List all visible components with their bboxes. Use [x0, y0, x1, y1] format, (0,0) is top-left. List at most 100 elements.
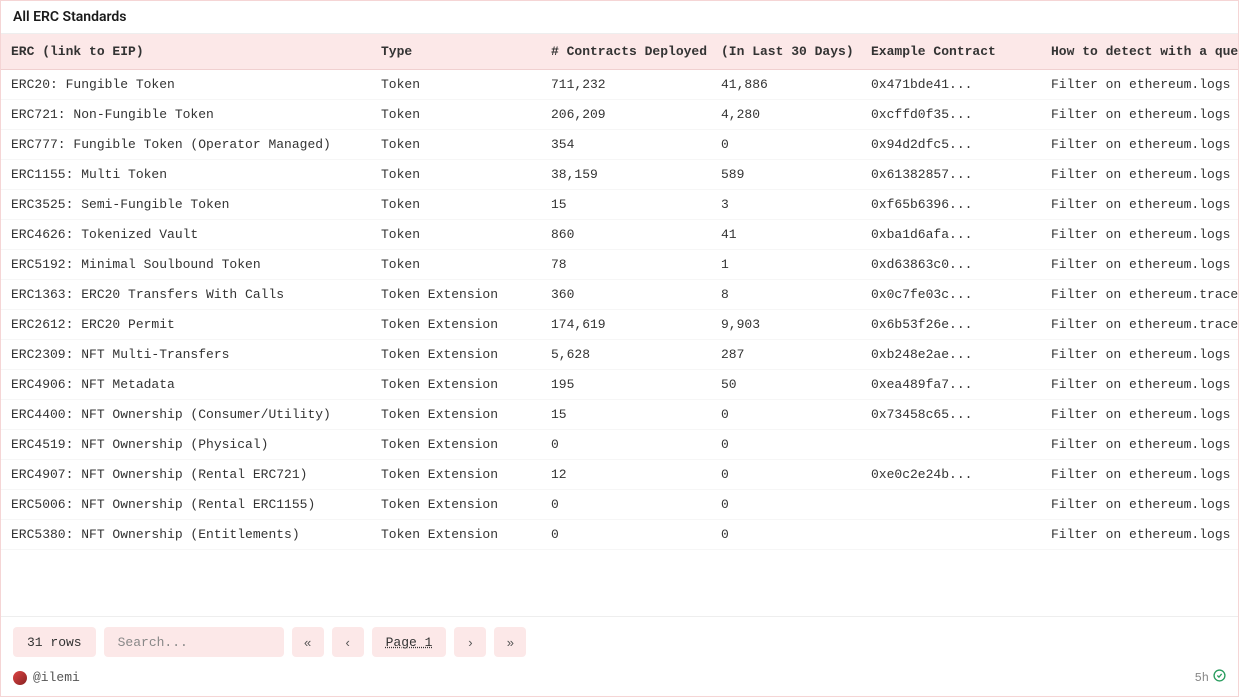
- cell-type: Token Extension: [371, 430, 541, 460]
- cell-last30: 0: [711, 520, 861, 550]
- pagination-row: 31 rows « ‹ Page 1 › »: [13, 627, 1226, 657]
- cell-last30: 589: [711, 160, 861, 190]
- cell-detect: Filter on ethereum.logs t: [1041, 130, 1238, 160]
- cell-erc[interactable]: ERC4626: Tokenized Vault: [1, 220, 371, 250]
- cell-erc[interactable]: ERC4519: NFT Ownership (Physical): [1, 430, 371, 460]
- cell-example[interactable]: 0xd63863c0...: [861, 250, 1041, 280]
- chevron-double-left-icon: «: [304, 635, 311, 650]
- cell-detect: Filter on ethereum.logs t: [1041, 100, 1238, 130]
- cell-type: Token Extension: [371, 400, 541, 430]
- cell-erc[interactable]: ERC1363: ERC20 Transfers With Calls: [1, 280, 371, 310]
- cell-detect: Filter on ethereum.logs t: [1041, 190, 1238, 220]
- cell-type: Token: [371, 70, 541, 100]
- cell-deployed: 12: [541, 460, 711, 490]
- attribution-row: @ilemi 5h: [13, 667, 1226, 686]
- last-page-button[interactable]: »: [494, 627, 526, 657]
- cell-erc[interactable]: ERC777: Fungible Token (Operator Managed…: [1, 130, 371, 160]
- col-header-type[interactable]: Type: [371, 34, 541, 70]
- cell-detect: Filter on ethereum.logs t: [1041, 340, 1238, 370]
- cell-last30: 287: [711, 340, 861, 370]
- cell-erc[interactable]: ERC4907: NFT Ownership (Rental ERC721): [1, 460, 371, 490]
- cell-last30: 4,280: [711, 100, 861, 130]
- table-row[interactable]: ERC1363: ERC20 Transfers With CallsToken…: [1, 280, 1238, 310]
- cell-erc[interactable]: ERC1155: Multi Token: [1, 160, 371, 190]
- table-row[interactable]: ERC4907: NFT Ownership (Rental ERC721)To…: [1, 460, 1238, 490]
- cell-example[interactable]: 0x471bde41...: [861, 70, 1041, 100]
- cell-example[interactable]: 0xea489fa7...: [861, 370, 1041, 400]
- cell-example[interactable]: 0x73458c65...: [861, 400, 1041, 430]
- col-header-detect[interactable]: How to detect with a query: [1041, 34, 1238, 70]
- table-row[interactable]: ERC5006: NFT Ownership (Rental ERC1155)T…: [1, 490, 1238, 520]
- table-row[interactable]: ERC3525: Semi-Fungible TokenToken1530xf6…: [1, 190, 1238, 220]
- search-container: [104, 627, 284, 657]
- next-page-button[interactable]: ›: [454, 627, 486, 657]
- cell-example[interactable]: 0xe0c2e24b...: [861, 460, 1041, 490]
- cell-erc[interactable]: ERC20: Fungible Token: [1, 70, 371, 100]
- table-row[interactable]: ERC721: Non-Fungible TokenToken206,2094,…: [1, 100, 1238, 130]
- cell-deployed: 38,159: [541, 160, 711, 190]
- cell-detect: Filter on ethereum.logs t: [1041, 400, 1238, 430]
- table-scroll-region[interactable]: ERC (link to EIP) Type # Contracts Deplo…: [1, 33, 1238, 616]
- cell-last30: 9,903: [711, 310, 861, 340]
- cell-erc[interactable]: ERC5192: Minimal Soulbound Token: [1, 250, 371, 280]
- cell-type: Token: [371, 250, 541, 280]
- cell-type: Token Extension: [371, 460, 541, 490]
- cell-type: Token: [371, 100, 541, 130]
- cell-erc[interactable]: ERC5006: NFT Ownership (Rental ERC1155): [1, 490, 371, 520]
- cell-erc[interactable]: ERC2309: NFT Multi-Transfers: [1, 340, 371, 370]
- cell-deployed: 0: [541, 490, 711, 520]
- table-row[interactable]: ERC5380: NFT Ownership (Entitlements)Tok…: [1, 520, 1238, 550]
- cell-type: Token Extension: [371, 490, 541, 520]
- cell-example[interactable]: 0x0c7fe03c...: [861, 280, 1041, 310]
- cell-deployed: 174,619: [541, 310, 711, 340]
- cell-type: Token Extension: [371, 280, 541, 310]
- table-row[interactable]: ERC2612: ERC20 PermitToken Extension174,…: [1, 310, 1238, 340]
- cell-last30: 1: [711, 250, 861, 280]
- page-label[interactable]: Page 1: [372, 627, 447, 657]
- table-row[interactable]: ERC20: Fungible TokenToken711,23241,8860…: [1, 70, 1238, 100]
- cell-erc[interactable]: ERC721: Non-Fungible Token: [1, 100, 371, 130]
- table-row[interactable]: ERC2309: NFT Multi-TransfersToken Extens…: [1, 340, 1238, 370]
- cell-detect: Filter on ethereum.traces: [1041, 280, 1238, 310]
- cell-type: Token: [371, 190, 541, 220]
- table-row[interactable]: ERC4519: NFT Ownership (Physical)Token E…: [1, 430, 1238, 460]
- cell-type: Token Extension: [371, 370, 541, 400]
- author-attribution[interactable]: @ilemi: [13, 670, 80, 685]
- col-header-example[interactable]: Example Contract: [861, 34, 1041, 70]
- cell-erc[interactable]: ERC3525: Semi-Fungible Token: [1, 190, 371, 220]
- cell-example: [861, 430, 1041, 460]
- age-label: 5h: [1195, 671, 1209, 685]
- cell-example[interactable]: 0x94d2dfc5...: [861, 130, 1041, 160]
- table-row[interactable]: ERC777: Fungible Token (Operator Managed…: [1, 130, 1238, 160]
- freshness-indicator: 5h: [1195, 669, 1226, 686]
- col-header-erc[interactable]: ERC (link to EIP): [1, 34, 371, 70]
- cell-example[interactable]: 0xba1d6afa...: [861, 220, 1041, 250]
- chevron-left-icon: ‹: [345, 635, 349, 650]
- table-header-row: ERC (link to EIP) Type # Contracts Deplo…: [1, 34, 1238, 70]
- erc-standards-table: ERC (link to EIP) Type # Contracts Deplo…: [1, 34, 1238, 550]
- cell-example[interactable]: 0x61382857...: [861, 160, 1041, 190]
- cell-erc[interactable]: ERC5380: NFT Ownership (Entitlements): [1, 520, 371, 550]
- table-row[interactable]: ERC4626: Tokenized VaultToken860410xba1d…: [1, 220, 1238, 250]
- cell-example[interactable]: 0xf65b6396...: [861, 190, 1041, 220]
- cell-last30: 0: [711, 400, 861, 430]
- table-row[interactable]: ERC1155: Multi TokenToken38,1595890x6138…: [1, 160, 1238, 190]
- table-row[interactable]: ERC5192: Minimal Soulbound TokenToken781…: [1, 250, 1238, 280]
- first-page-button[interactable]: «: [292, 627, 324, 657]
- col-header-deployed[interactable]: # Contracts Deployed: [541, 34, 711, 70]
- prev-page-button[interactable]: ‹: [332, 627, 364, 657]
- cell-example[interactable]: 0x6b53f26e...: [861, 310, 1041, 340]
- search-input[interactable]: [118, 635, 270, 650]
- col-header-last30[interactable]: (In Last 30 Days): [711, 34, 861, 70]
- cell-erc[interactable]: ERC2612: ERC20 Permit: [1, 310, 371, 340]
- chevron-right-icon: ›: [468, 635, 472, 650]
- cell-deployed: 354: [541, 130, 711, 160]
- table-row[interactable]: ERC4400: NFT Ownership (Consumer/Utility…: [1, 400, 1238, 430]
- cell-erc[interactable]: ERC4400: NFT Ownership (Consumer/Utility…: [1, 400, 371, 430]
- table-row[interactable]: ERC4906: NFT MetadataToken Extension1955…: [1, 370, 1238, 400]
- cell-erc[interactable]: ERC4906: NFT Metadata: [1, 370, 371, 400]
- cell-example[interactable]: 0xb248e2ae...: [861, 340, 1041, 370]
- cell-example[interactable]: 0xcffd0f35...: [861, 100, 1041, 130]
- cell-detect: Filter on ethereum.logs t: [1041, 220, 1238, 250]
- cell-detect: Filter on ethereum.logs t: [1041, 490, 1238, 520]
